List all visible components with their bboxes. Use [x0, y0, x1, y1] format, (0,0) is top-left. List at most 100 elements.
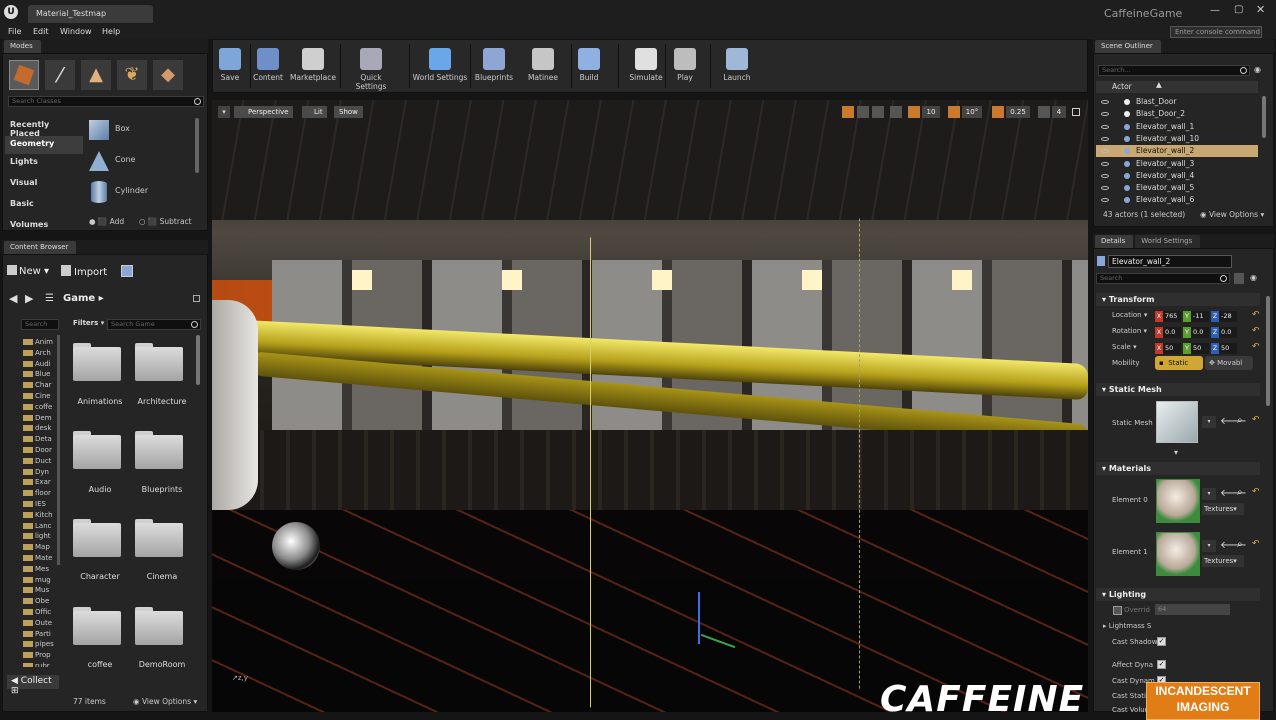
- tree-folder-item[interactable]: Parti: [23, 629, 51, 639]
- save-button[interactable]: Save: [215, 44, 245, 90]
- reset-arrow-icon[interactable]: ↶: [1252, 326, 1260, 336]
- lock-icon[interactable]: [193, 295, 200, 302]
- tree-folder-item[interactable]: Mate: [23, 553, 52, 563]
- category-lights[interactable]: Lights: [5, 157, 43, 166]
- y-value-field[interactable]: -11: [1191, 311, 1209, 322]
- override-checkbox[interactable]: [1113, 606, 1122, 615]
- reset-arrow-icon[interactable]: ↶: [1252, 415, 1260, 425]
- search-game-input[interactable]: Search Game: [107, 319, 201, 330]
- category-basic[interactable]: Basic: [5, 199, 39, 208]
- outliner-row[interactable]: Elevator_wall_3: [1096, 158, 1258, 170]
- visibility-eye-icon[interactable]: [1101, 124, 1109, 129]
- new-button[interactable]: New ▾: [7, 265, 49, 277]
- landscape-mode-icon[interactable]: ▲: [81, 60, 111, 90]
- details-tab[interactable]: Details: [1095, 235, 1134, 248]
- visibility-eye-icon[interactable]: [1101, 149, 1109, 154]
- y-value-field[interactable]: 0.0: [1191, 327, 1209, 338]
- visibility-eye-icon[interactable]: [1101, 186, 1109, 191]
- viewport[interactable]: ↗z,y ▾ Perspective Lit Show 10 10° 0.25 …: [212, 100, 1088, 712]
- z-value-field[interactable]: -28: [1219, 311, 1237, 322]
- viewport-options-button[interactable]: ▾: [218, 106, 230, 118]
- simulate-button[interactable]: Simulate: [626, 44, 666, 90]
- tree-folder-item[interactable]: Mus: [23, 585, 49, 595]
- paint-mode-icon[interactable]: ⁄: [45, 60, 75, 90]
- modes-tab[interactable]: Modes: [4, 40, 41, 53]
- folder-audio[interactable]: [69, 427, 121, 471]
- foliage-mode-icon[interactable]: ❦: [117, 60, 147, 90]
- property-matrix-icon[interactable]: [1234, 273, 1244, 284]
- visibility-eye-icon[interactable]: [1101, 161, 1109, 166]
- blueprints-button[interactable]: Blueprints: [472, 44, 516, 90]
- translate-mode-icon[interactable]: [842, 106, 854, 118]
- tree-folder-item[interactable]: pipes: [23, 639, 54, 649]
- camera-speed-icon[interactable]: [1038, 106, 1050, 118]
- tree-scrollbar[interactable]: [57, 335, 60, 565]
- outliner-row[interactable]: Blast_Door: [1096, 96, 1258, 108]
- subtract-radio[interactable]: ○ ⬛ Subtract: [139, 217, 192, 226]
- tree-folder-item[interactable]: Door: [23, 445, 52, 455]
- minimize-button[interactable]: —: [1210, 5, 1220, 16]
- visibility-eye-icon[interactable]: [1101, 136, 1109, 141]
- tree-folder-item[interactable]: Deta: [23, 434, 52, 444]
- maximize-button[interactable]: ▢: [1234, 4, 1243, 15]
- outliner-row[interactable]: Elevator_wall_1: [1096, 121, 1258, 133]
- z-value-field[interactable]: 50: [1219, 343, 1237, 354]
- launch-button[interactable]: Launch: [720, 44, 754, 90]
- use-selected-arrow-icon[interactable]: 🡐: [1220, 415, 1247, 427]
- grid-snap-value[interactable]: 10: [922, 106, 940, 118]
- collections-button[interactable]: ◀ Collect ⊞: [7, 675, 59, 696]
- tree-folder-item[interactable]: Kitch: [23, 510, 53, 520]
- filters-button[interactable]: Filters ▾: [73, 319, 104, 327]
- tree-folder-item[interactable]: Arch: [23, 348, 51, 358]
- actor-column-header[interactable]: Actor ▲: [1096, 80, 1258, 93]
- menu-window[interactable]: Window: [60, 27, 92, 36]
- actor-name-field[interactable]: Elevator_wall_2: [1108, 255, 1232, 268]
- folder-animations[interactable]: [69, 339, 121, 383]
- save-all-icon[interactable]: [121, 265, 133, 277]
- lightmass-label[interactable]: ▸ Lightmass S: [1103, 622, 1151, 630]
- x-value-field[interactable]: 0.0: [1163, 327, 1181, 338]
- outliner-scrollbar[interactable]: [1262, 96, 1266, 138]
- add-radio[interactable]: ● ⬛ Add: [89, 217, 124, 226]
- visibility-eye-icon[interactable]: [1101, 100, 1109, 104]
- scale-label[interactable]: Scale ▾: [1112, 343, 1137, 351]
- menu-help[interactable]: Help: [102, 27, 120, 36]
- geometry-mode-icon[interactable]: ◆: [153, 60, 183, 90]
- lit-button[interactable]: Lit: [302, 106, 327, 118]
- menu-file[interactable]: File: [8, 27, 21, 36]
- tree-folder-item[interactable]: Lanc: [23, 521, 51, 531]
- tree-folder-item[interactable]: Obe: [23, 596, 49, 606]
- cb-view-options[interactable]: ◉ View Options ▾: [133, 697, 197, 706]
- browse-search-icon[interactable]: ⌕: [1237, 415, 1243, 426]
- world-settings-tab[interactable]: World Settings: [1135, 235, 1201, 248]
- perspective-button[interactable]: Perspective: [234, 106, 293, 118]
- camera-speed-value[interactable]: 4: [1052, 106, 1066, 118]
- browse-search-icon[interactable]: ⌕: [1237, 539, 1243, 550]
- category-volumes[interactable]: Volumes: [5, 220, 53, 229]
- tree-folder-item[interactable]: Char: [23, 380, 52, 390]
- maximize-viewport-icon[interactable]: [1072, 108, 1080, 116]
- cast-shadow-checkbox[interactable]: ✓: [1157, 637, 1166, 646]
- z-value-field[interactable]: 0.0: [1219, 327, 1237, 338]
- static-mesh-section[interactable]: ▾ Static Mesh: [1096, 383, 1260, 396]
- play-button[interactable]: Play: [670, 44, 700, 90]
- tree-folder-item[interactable]: Cine: [23, 391, 51, 401]
- tree-folder-item[interactable]: Audi: [23, 359, 51, 369]
- scene-outliner-tab[interactable]: Scene Outliner: [1095, 40, 1161, 53]
- reset-arrow-icon[interactable]: ↶: [1252, 310, 1260, 320]
- modes-scrollbar[interactable]: [195, 118, 199, 173]
- material-1-thumbnail[interactable]: [1156, 532, 1200, 576]
- mobility-movable-button[interactable]: ✥ Movabl: [1205, 356, 1253, 370]
- outliner-row[interactable]: Elevator_wall_5: [1096, 182, 1258, 194]
- tree-folder-item[interactable]: floor: [23, 488, 51, 498]
- tree-folder-item[interactable]: Blue: [23, 369, 51, 379]
- transform-section[interactable]: ▾ Transform: [1096, 293, 1260, 306]
- outliner-row[interactable]: Elevator_wall_4: [1096, 170, 1258, 182]
- folder-demoroom[interactable]: [131, 603, 183, 647]
- asset-scrollbar[interactable]: [196, 335, 200, 385]
- outliner-row[interactable]: Elevator_wall_2: [1096, 145, 1258, 158]
- tree-folder-item[interactable]: IES: [23, 499, 46, 509]
- details-scrollbar[interactable]: [1266, 296, 1270, 406]
- x-value-field[interactable]: 765: [1163, 311, 1181, 322]
- reflection-sphere[interactable]: [272, 522, 320, 570]
